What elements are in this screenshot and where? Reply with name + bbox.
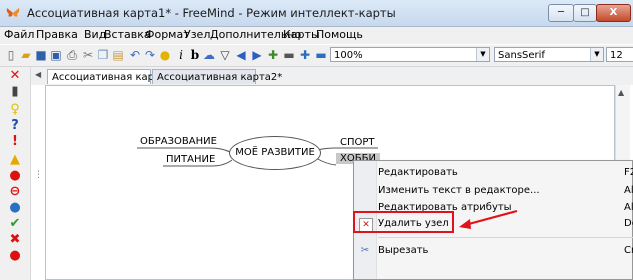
shortcut-delete-node: De (624, 218, 633, 229)
shortcut-edit-node: F2 (624, 167, 633, 178)
node-education[interactable]: ОБРАЗОВАНИЕ (140, 136, 217, 147)
annotation-arrow-icon (459, 209, 518, 229)
menu-edit-long[interactable]: Изменить текст в редакторе... (378, 185, 540, 196)
annotation-highlight-box (353, 211, 454, 233)
shortcut-edit-attributes: Al (624, 202, 633, 213)
shortcut-cut: Cr (624, 245, 633, 256)
menu-edit-node[interactable]: Редактировать (378, 167, 458, 178)
node-root[interactable]: МОЁ РАЗВИТИЕ (229, 136, 321, 170)
menu-cut[interactable]: Вырезать (378, 245, 428, 256)
node-nutrition[interactable]: ПИТАНИЕ (166, 154, 215, 165)
node-sport[interactable]: СПОРТ (340, 137, 375, 148)
shortcut-edit-long: Al (624, 185, 633, 196)
cut-icon: ✂ (360, 245, 370, 256)
menu-separator (378, 237, 633, 238)
